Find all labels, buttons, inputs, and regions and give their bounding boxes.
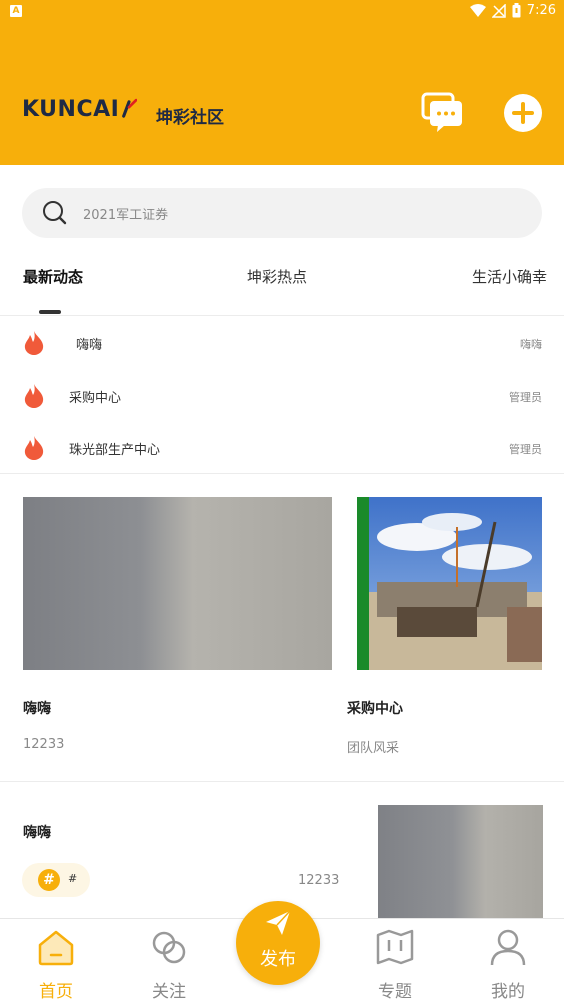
fire-icon xyxy=(24,331,44,355)
search-icon xyxy=(43,201,67,225)
list-item-title: 嗨嗨 xyxy=(76,338,103,353)
status-right: 7:26 xyxy=(469,3,556,18)
divider xyxy=(0,315,564,316)
nav-label: 首页 xyxy=(39,982,73,1002)
nav-follow[interactable]: 关注 xyxy=(129,919,209,1002)
fire-icon xyxy=(24,384,44,408)
user-icon xyxy=(490,929,526,966)
logo-text: KUNCAI xyxy=(22,96,120,122)
nav-topics[interactable]: 专题 xyxy=(355,919,435,1002)
post-image[interactable] xyxy=(378,805,543,920)
publish-label: 发布 xyxy=(260,949,296,970)
nav-label: 关注 xyxy=(152,982,186,1002)
plus-circle-icon[interactable] xyxy=(500,90,546,136)
divider xyxy=(0,473,564,474)
card-subtitle: 12233 xyxy=(23,737,65,752)
home-icon xyxy=(38,930,74,966)
wifi-icon xyxy=(469,3,486,17)
brand-logo: KUNCAI xyxy=(22,94,138,124)
tab-indicator xyxy=(39,310,61,314)
hashtag-icon: # xyxy=(38,869,60,891)
list-item-tag: 管理员 xyxy=(509,443,542,456)
tab-life-joy[interactable]: 生活小确幸 xyxy=(472,266,547,287)
book-icon xyxy=(376,929,414,965)
app-header: A 7:26 KUNCAI 坤彩社区 xyxy=(0,0,564,165)
header-title: 坤彩社区 xyxy=(156,108,224,128)
nav-mine[interactable]: 我的 xyxy=(468,919,548,1002)
follow-circles-icon xyxy=(152,931,186,964)
card-title: 采购中心 xyxy=(347,701,403,717)
post-title[interactable]: 嗨嗨 xyxy=(23,822,51,842)
chat-bubbles-icon[interactable] xyxy=(420,90,466,136)
paper-plane-icon xyxy=(266,910,291,935)
list-item-tag: 管理员 xyxy=(509,391,542,404)
search-placeholder: 2021军工证券 xyxy=(83,208,169,223)
signal-icon xyxy=(491,3,506,18)
fire-icon xyxy=(24,436,44,460)
list-item[interactable]: 珠光部生产中心 管理员 xyxy=(0,422,564,472)
hashtag-chip[interactable]: # # xyxy=(22,863,90,897)
tab-kuncai-hot[interactable]: 坤彩热点 xyxy=(247,266,307,287)
status-time: 7:26 xyxy=(526,3,556,18)
list-item-title: 采购中心 xyxy=(69,391,122,406)
list-item-title: 珠光部生产中心 xyxy=(69,443,161,458)
tab-latest[interactable]: 最新动态 xyxy=(23,266,83,287)
nav-home[interactable]: 首页 xyxy=(16,919,96,1002)
list-item[interactable]: 采购中心 管理员 xyxy=(0,370,564,420)
blurred-photo xyxy=(23,497,332,670)
nav-label: 我的 xyxy=(491,982,525,1002)
logo-mark-icon xyxy=(122,98,138,118)
hashtag-text: # xyxy=(68,872,78,885)
publish-button[interactable]: 发布 xyxy=(236,901,320,985)
nav-label: 专题 xyxy=(378,982,412,1002)
divider xyxy=(0,781,564,782)
battery-icon xyxy=(512,3,521,18)
list-item-tag: 嗨嗨 xyxy=(520,338,542,351)
list-item[interactable]: 嗨嗨 嗨嗨 xyxy=(0,317,564,367)
search-bar[interactable]: 2021军工证券 xyxy=(22,188,542,238)
status-bar: A 7:26 xyxy=(0,0,564,24)
post-count: 12233 xyxy=(298,873,340,888)
card-title: 嗨嗨 xyxy=(23,701,51,717)
card-subtitle: 团队风采 xyxy=(347,741,400,756)
card-image[interactable] xyxy=(23,497,332,670)
notification-indicator: A xyxy=(10,5,22,17)
blurred-photo xyxy=(378,805,543,920)
card-image[interactable] xyxy=(357,497,542,670)
construction-photo xyxy=(357,497,542,670)
